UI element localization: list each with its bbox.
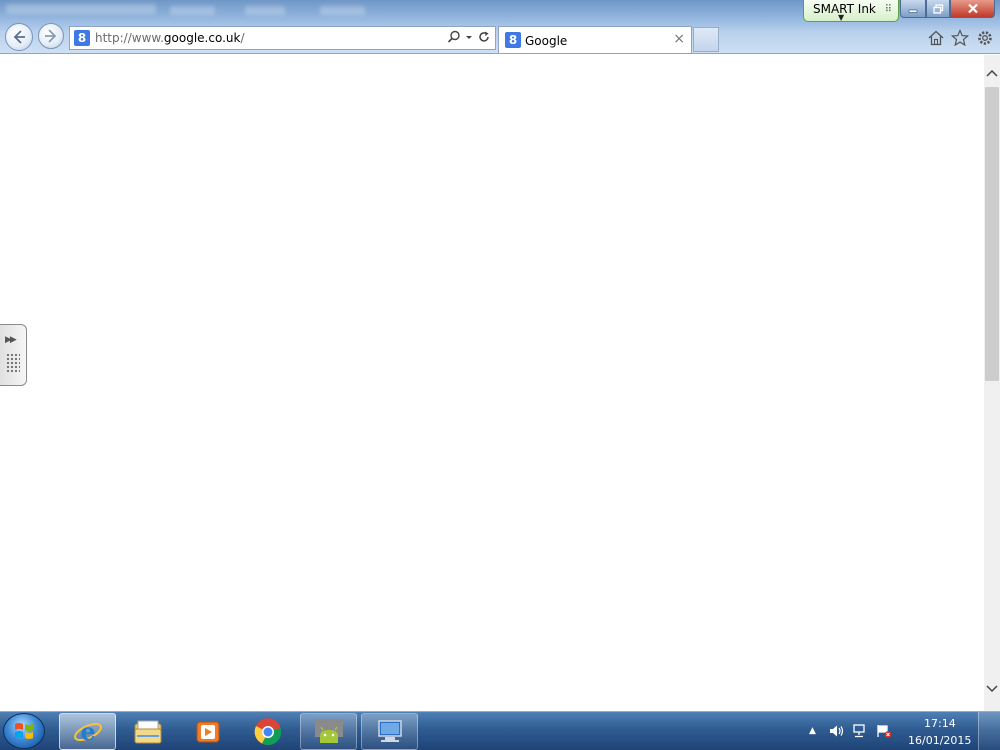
google-favicon-icon: 8 [505, 32, 521, 48]
maximize-icon [932, 3, 943, 14]
titlebar-blur [170, 6, 215, 15]
close-icon [967, 3, 978, 14]
page-content [0, 55, 984, 711]
smart-ink-toolbar[interactable]: SMART Ink ▼ ⠿ [803, 0, 899, 22]
internet-explorer-icon: e [73, 717, 102, 746]
show-hidden-icons-icon[interactable]: ▲ [809, 726, 816, 736]
favorites-button[interactable] [950, 28, 970, 48]
smart-side-panel-tab[interactable]: ▶▶ [0, 324, 27, 386]
tools-button[interactable] [975, 28, 995, 48]
smart-ink-grip-icon[interactable]: ⠿ [885, 4, 892, 15]
chrome-icon [254, 717, 281, 745]
dropdown-icon[interactable] [465, 30, 473, 44]
taskbar-remote-desktop[interactable] [361, 713, 418, 750]
smart-ink-dropdown-icon[interactable]: ▼ [838, 13, 844, 22]
expand-arrows-icon: ▶▶ [5, 335, 17, 345]
start-button[interactable] [3, 713, 45, 749]
scrollbar-thumb[interactable] [985, 87, 999, 381]
tab-close-icon[interactable]: × [673, 31, 685, 47]
refresh-icon[interactable] [477, 30, 491, 44]
forward-arrow-icon [45, 29, 57, 43]
url-suffix: / [240, 31, 245, 45]
vertical-scrollbar[interactable] [984, 55, 1000, 711]
file-explorer-icon [134, 720, 161, 743]
scroll-down-icon[interactable] [984, 681, 1000, 697]
windows-logo-icon [15, 723, 33, 739]
taskbar-file-explorer[interactable] [119, 713, 176, 750]
home-icon [928, 30, 944, 46]
titlebar-blur [6, 4, 156, 14]
volume-icon[interactable] [829, 724, 845, 738]
show-desktop-button[interactable] [978, 712, 1000, 750]
minimize-icon [908, 9, 918, 13]
home-button[interactable] [926, 28, 946, 48]
titlebar-blur [245, 6, 285, 15]
back-button[interactable] [5, 23, 33, 51]
taskbar-internet-explorer[interactable]: e [59, 713, 116, 750]
minimize-button[interactable] [900, 0, 926, 18]
close-button[interactable] [950, 0, 995, 18]
gear-icon [978, 31, 992, 45]
star-icon [951, 29, 969, 47]
taskbar-chrome[interactable] [239, 713, 296, 750]
taskbar: e ▲ 17:14 16/01/2015 [0, 711, 1000, 750]
grip-icon [6, 353, 20, 373]
smart-ink-label: SMART Ink [813, 2, 876, 16]
google-favicon-icon: 8 [74, 30, 90, 46]
tab-label: Google [525, 34, 568, 48]
maximize-button[interactable] [926, 0, 950, 18]
url-domain: google.co.uk [163, 31, 241, 45]
taskbar-android[interactable] [300, 713, 357, 750]
action-center-icon[interactable] [876, 724, 892, 738]
address-bar[interactable]: 8 http://www.google.co.uk/ [69, 26, 496, 50]
network-icon[interactable] [852, 724, 868, 738]
clock-time[interactable]: 17:14 [924, 717, 956, 730]
back-arrow-icon [13, 30, 25, 44]
media-player-icon [196, 721, 219, 742]
android-icon [314, 718, 343, 743]
scroll-up-icon[interactable] [984, 65, 1000, 81]
url-text[interactable]: http://www.google.co.uk/ [95, 31, 245, 45]
forward-button[interactable] [38, 23, 64, 49]
remote-desktop-icon [377, 719, 402, 742]
titlebar-blur [320, 6, 365, 15]
taskbar-media-player[interactable] [179, 713, 236, 750]
svg-text:e: e [80, 717, 95, 746]
tab-google[interactable]: 8 Google × [498, 26, 692, 53]
new-tab-button[interactable] [693, 27, 719, 52]
search-icon[interactable] [447, 30, 461, 44]
clock-date[interactable]: 16/01/2015 [908, 734, 971, 747]
url-prefix: http://www. [95, 31, 164, 45]
